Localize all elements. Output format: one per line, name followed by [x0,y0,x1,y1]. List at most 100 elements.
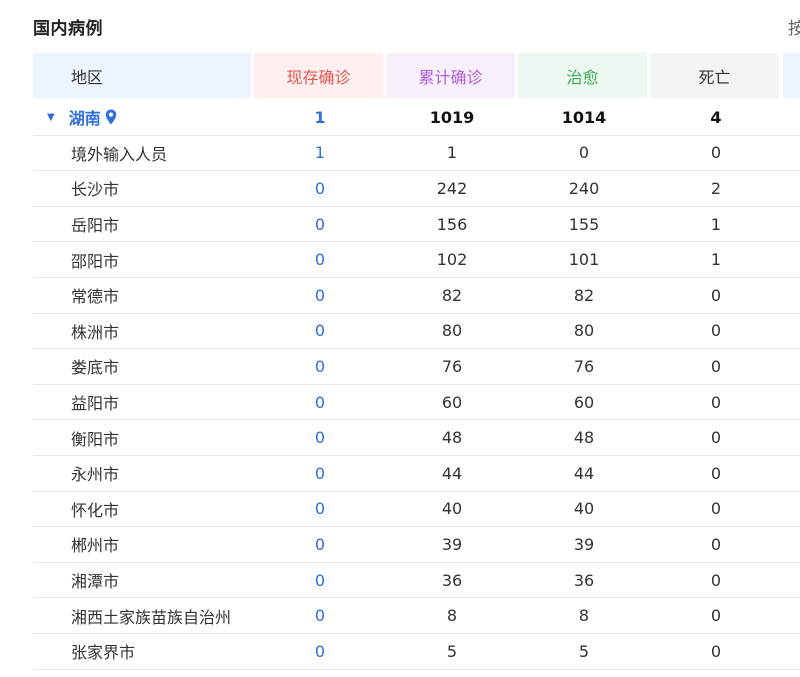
cell-cured: 44 [573,463,595,483]
cell-current: 0 [314,606,326,626]
cell-current: 0 [314,285,326,305]
table-row[interactable]: 张家界市 0 5 5 0 [33,634,800,670]
table-row[interactable]: 娄底市 0 76 76 0 [33,349,800,385]
table-row[interactable]: 邵阳市 0 102 101 1 [33,242,800,278]
cell-cured: 0 [578,143,590,163]
header-next-column [783,53,800,98]
cell-cured: 1014 [561,107,607,127]
cell-region: 常德市 [71,287,120,307]
cell-total: 102 [436,250,468,270]
cell-region: 永州市 [71,465,120,485]
cell-total: 60 [441,392,463,412]
table-row[interactable]: 湘潭市 0 36 36 0 [33,563,800,599]
table-row[interactable]: 株洲市 0 80 80 0 [33,314,800,350]
cell-current: 1 [314,143,326,163]
cell-region: 湘西土家族苗族自治州 [71,607,232,627]
header-region[interactable]: 地区 [33,53,251,98]
cell-total: 39 [441,534,463,554]
table-row[interactable]: 益阳市 0 60 60 0 [33,385,800,421]
table-header: 地区 现存确诊 累计确诊 治愈 死亡 [33,53,782,98]
cell-current: 0 [314,428,326,448]
cell-current: 0 [314,570,326,590]
cell-region: 益阳市 [71,394,120,414]
cell-current: 0 [314,392,326,412]
cell-region: 怀化市 [71,500,120,520]
cell-cured: 40 [573,499,595,519]
cell-region: 境外输入人员 [71,144,168,164]
cell-total: 48 [441,428,463,448]
cell-cured: 5 [578,641,590,661]
cell-region: 湘潭市 [71,572,120,592]
cell-death: 1 [710,250,722,270]
cell-cured: 76 [573,356,595,376]
cell-total: 80 [441,321,463,341]
cell-region: 长沙市 [71,180,120,200]
page-title: 国内病例 [33,19,103,39]
cell-current: 0 [314,178,326,198]
header-current-confirmed[interactable]: 现存确诊 [254,53,383,98]
location-pin-icon[interactable] [105,109,117,125]
province-name[interactable]: 湖南 [69,105,101,129]
cell-current: 0 [314,499,326,519]
cell-total: 1019 [429,107,475,127]
cell-current: 0 [314,534,326,554]
cell-death: 0 [710,463,722,483]
header-total-confirmed[interactable]: 累计确诊 [386,53,515,98]
cell-death: 2 [710,178,722,198]
cell-total: 156 [436,214,468,234]
cell-current: 0 [314,250,326,270]
cell-total: 8 [446,606,458,626]
table-row[interactable]: 永州市 0 44 44 0 [33,456,800,492]
cell-death: 0 [710,641,722,661]
cell-total: 82 [441,285,463,305]
cell-current: 1 [314,107,326,127]
cell-death: 0 [710,534,722,554]
cell-death: 0 [710,606,722,626]
cell-current: 0 [314,641,326,661]
cell-death: 0 [710,285,722,305]
cell-current: 0 [314,321,326,341]
cell-total: 5 [446,641,458,661]
table-row[interactable]: 岳阳市 0 156 155 1 [33,207,800,243]
cell-death: 0 [710,356,722,376]
table-row[interactable]: 衡阳市 0 48 48 0 [33,420,800,456]
expand-arrow-icon[interactable]: ▼ [47,112,55,123]
truncated-header-text: 按 [788,19,800,39]
cell-cured: 240 [568,178,600,198]
header-cured[interactable]: 治愈 [518,53,647,98]
cell-death: 0 [710,499,722,519]
cell-cured: 101 [568,250,600,270]
table-row-province[interactable]: ▼ 湖南 1 1019 1014 4 [33,100,800,136]
cell-cured: 82 [573,285,595,305]
cell-region: 张家界市 [71,643,136,663]
cell-region: 衡阳市 [71,429,120,449]
cell-current: 0 [314,463,326,483]
table-row[interactable]: 怀化市 0 40 40 0 [33,492,800,528]
cell-region: 娄底市 [71,358,120,378]
cell-cured: 39 [573,534,595,554]
cell-current: 0 [314,214,326,234]
table-row[interactable]: 长沙市 0 242 240 2 [33,171,800,207]
cell-death: 1 [710,214,722,234]
table-row[interactable]: 郴州市 0 39 39 0 [33,527,800,563]
cell-total: 1 [446,143,458,163]
table-row[interactable]: 湘西土家族苗族自治州 0 8 8 0 [33,598,800,634]
header-death[interactable]: 死亡 [650,53,779,98]
cell-death: 0 [710,392,722,412]
cell-region: 株洲市 [71,322,120,342]
cell-region: 岳阳市 [71,216,120,236]
cell-total: 36 [441,570,463,590]
cell-cured: 8 [578,606,590,626]
cell-cured: 80 [573,321,595,341]
cell-death: 0 [710,321,722,341]
cell-current: 0 [314,356,326,376]
cell-cured: 36 [573,570,595,590]
cell-cured: 48 [573,428,595,448]
cell-death: 4 [710,107,722,127]
table-row[interactable]: 境外输入人员 1 1 0 0 [33,136,800,172]
cell-cured: 155 [568,214,600,234]
cell-region: 郴州市 [71,536,120,556]
cell-total: 76 [441,356,463,376]
table-row[interactable]: 常德市 0 82 82 0 [33,278,800,314]
cell-total: 40 [441,499,463,519]
